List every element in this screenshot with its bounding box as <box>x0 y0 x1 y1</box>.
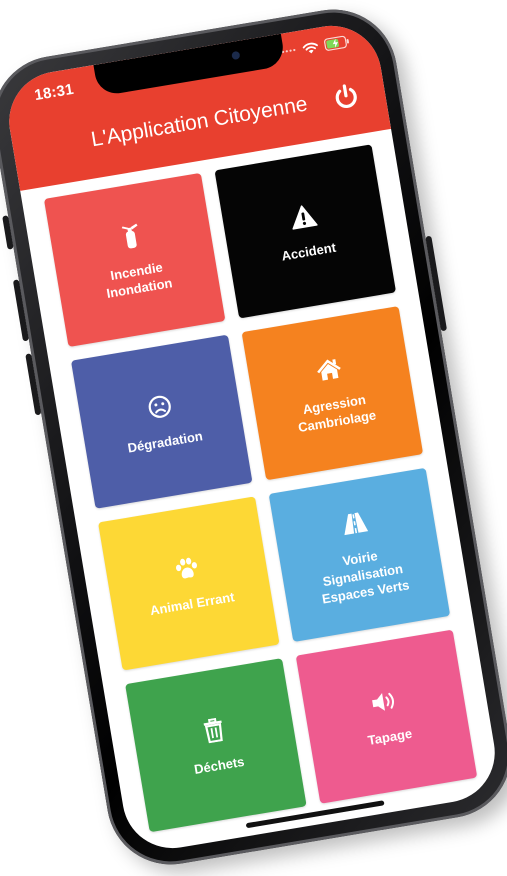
tile-label: Animal Errant <box>148 588 236 618</box>
tile-label: Tapage <box>366 725 414 748</box>
tile-label: Incendie Inondation <box>105 259 174 301</box>
phone-frame: 18:31 •••• L'Application Citoyenne Incen… <box>0 0 507 875</box>
signal-icon: •••• <box>280 45 298 57</box>
category-grid: Incendie Inondation Accident Dégradation… <box>43 144 478 833</box>
volume-down-button <box>25 353 42 416</box>
tile-agression-cambriolage[interactable]: Agression Cambriolage <box>241 306 424 481</box>
tile-voirie[interactable]: Voirie Signalisation Espaces Verts <box>268 467 451 642</box>
tile-degradation[interactable]: Dégradation <box>70 334 253 509</box>
tile-incendie-inondation[interactable]: Incendie Inondation <box>43 172 226 348</box>
stage: 18:31 •••• L'Application Citoyenne Incen… <box>0 0 507 876</box>
warning-icon <box>288 201 318 231</box>
tile-tapage[interactable]: Tapage <box>295 629 478 804</box>
paw-icon <box>171 553 201 583</box>
speaker-icon <box>369 686 399 716</box>
tile-animal-errant[interactable]: Animal Errant <box>98 496 280 671</box>
trash-icon <box>198 715 228 745</box>
tile-dechets[interactable]: Déchets <box>125 658 307 833</box>
phone-screen: 18:31 •••• L'Application Citoyenne Incen… <box>1 18 503 856</box>
tile-label: Dégradation <box>126 427 204 456</box>
sad-face-icon <box>144 391 174 421</box>
battery-charging-icon <box>323 34 351 51</box>
tile-label: Agression Cambriolage <box>296 391 378 436</box>
tile-label: Voirie Signalisation Espaces Verts <box>320 547 411 607</box>
status-icons: •••• <box>281 34 351 58</box>
volume-up-button <box>12 279 30 342</box>
tile-accident[interactable]: Accident <box>214 144 397 319</box>
mute-switch <box>2 215 14 250</box>
power-icon[interactable] <box>329 80 364 115</box>
home-icon <box>313 354 343 384</box>
fire-extinguisher-icon <box>116 221 146 251</box>
side-button <box>425 235 448 332</box>
road-icon <box>339 508 369 538</box>
tile-label: Accident <box>280 239 337 264</box>
tile-label: Déchets <box>192 753 246 777</box>
wifi-icon <box>302 40 320 54</box>
status-time: 18:31 <box>33 80 75 105</box>
camera <box>231 50 241 61</box>
